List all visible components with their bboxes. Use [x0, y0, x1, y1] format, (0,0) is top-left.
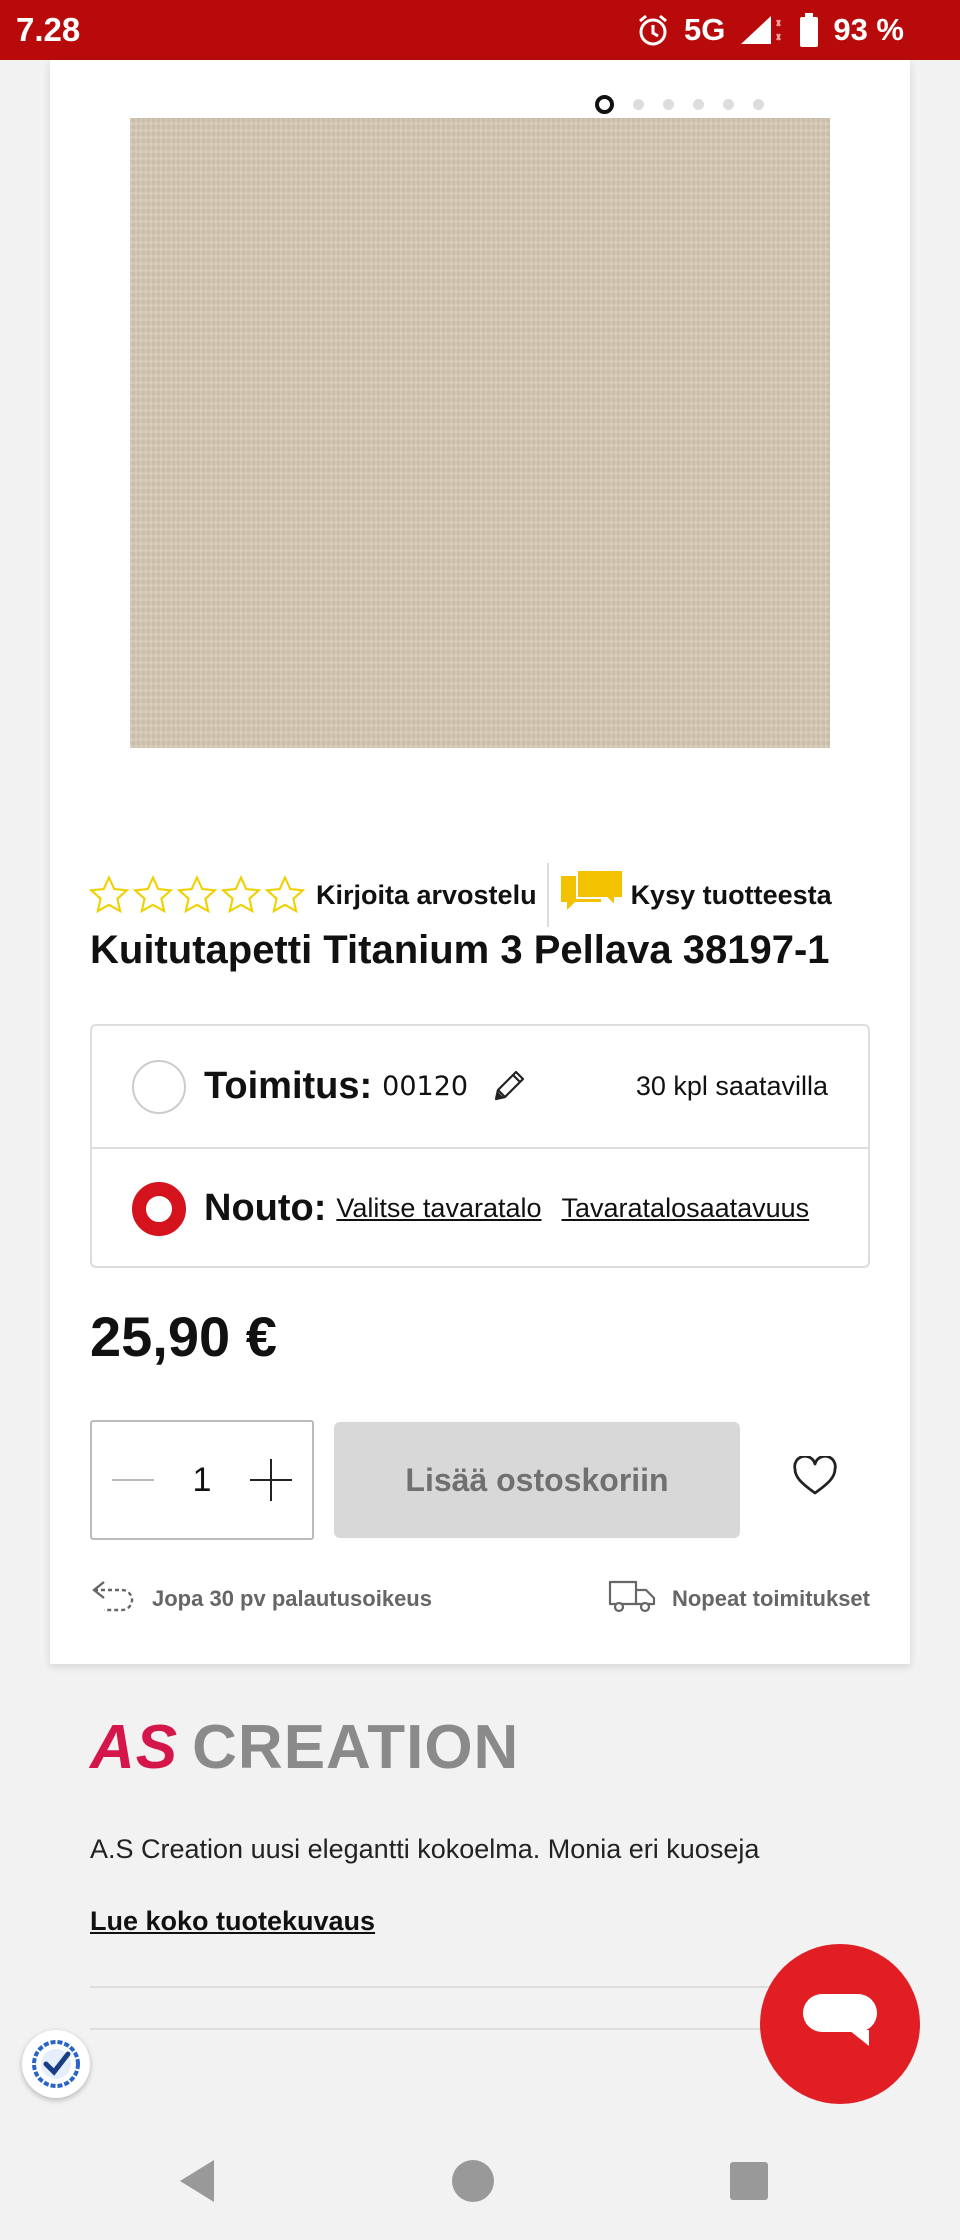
gallery-dot[interactable] [633, 99, 644, 110]
delivery-label: Toimitus: [204, 1065, 373, 1107]
recent-apps-icon[interactable] [730, 2162, 768, 2200]
chat-button[interactable] [760, 1944, 920, 2104]
status-time: 7.28 [16, 11, 81, 48]
pickup-label: Nouto: [204, 1187, 327, 1229]
product-title: Kuitutapetti Titanium 3 Pellava 38197-1 [90, 928, 830, 972]
gallery-dot[interactable] [723, 99, 734, 110]
battery-icon [799, 13, 819, 47]
back-icon[interactable] [176, 2158, 218, 2209]
pickup-option[interactable]: Nouto: Valitse tavaratalo Tavaratalosaat… [92, 1147, 868, 1268]
delivery-options: Toimitus: 00120 30 kpl saatavilla Nouto:… [90, 1024, 870, 1268]
heart-icon[interactable] [792, 1454, 838, 1501]
brand-description: A.S Creation uusi elegantti kokoelma. Mo… [90, 1834, 760, 1864]
product-card: Kirjoita arvostelu Kysy tuotteesta Kuitu… [50, 60, 910, 1664]
product-price: 25,90 € [90, 1305, 277, 1368]
quantity-value[interactable]: 1 [193, 1461, 212, 1500]
add-to-cart-button[interactable]: Lisää ostoskoriin [334, 1422, 740, 1538]
pickup-radio[interactable] [132, 1181, 186, 1236]
brand-logo: AS CREATION [90, 1713, 520, 1782]
star-icon [264, 874, 306, 914]
battery-percent: 93 % [833, 12, 904, 47]
return-arrow-icon [90, 1578, 136, 1620]
chat-bubbles-icon[interactable] [559, 866, 625, 925]
divider [90, 1986, 870, 1988]
status-icons: 5G 93 % [636, 12, 904, 48]
gallery-dot[interactable] [753, 99, 764, 110]
quantity-stepper: 1 [90, 1420, 314, 1540]
check-badge-icon[interactable] [22, 2030, 90, 2098]
delivery-option[interactable]: Toimitus: 00120 30 kpl saatavilla [92, 1026, 868, 1147]
fast-delivery: Nopeat toimitukset [608, 1578, 870, 1620]
truck-icon [608, 1578, 656, 1620]
gallery-dot[interactable] [663, 99, 674, 110]
fast-delivery-text: Nopeat toimitukset [671, 1586, 870, 1611]
status-bar: 7.28 5G 93 % [0, 0, 960, 60]
product-image[interactable] [130, 118, 830, 748]
network-type: 5G [683, 12, 726, 47]
navigation-bar [0, 2120, 960, 2240]
alarm-icon [636, 13, 670, 47]
review-row: Kirjoita arvostelu Kysy tuotteesta [88, 862, 832, 928]
star-icon [132, 874, 174, 914]
home-icon[interactable] [452, 2160, 494, 2202]
gallery-dot-active[interactable] [595, 95, 614, 114]
ask-about-product-link[interactable]: Kysy tuotteesta [631, 880, 832, 911]
gallery-dot[interactable] [693, 99, 704, 110]
write-review-link[interactable]: Kirjoita arvostelu [316, 880, 537, 911]
choose-store-link[interactable]: Valitse tavaratalo [336, 1193, 541, 1224]
star-icon [176, 874, 218, 914]
pencil-icon[interactable] [488, 1067, 528, 1107]
divider [90, 2028, 870, 2030]
return-policy-text: Jopa 30 pv palautusoikeus [152, 1586, 432, 1611]
return-policy: Jopa 30 pv palautusoikeus [90, 1578, 432, 1620]
delivery-radio[interactable] [132, 1059, 186, 1114]
signal-icon [739, 14, 785, 46]
divider [546, 863, 549, 927]
read-full-description-link[interactable]: Lue koko tuotekuvaus [90, 1906, 375, 1937]
star-icon [88, 874, 130, 914]
star-icon [220, 874, 262, 914]
store-availability-link[interactable]: Tavaratalosaatavuus [562, 1193, 810, 1224]
quantity-decrease-button[interactable] [112, 1459, 154, 1501]
stock-availability: 30 kpl saatavilla [635, 1071, 828, 1101]
postal-code: 00120 [382, 1071, 469, 1102]
rating-stars[interactable] [88, 874, 306, 916]
gallery-dots[interactable] [595, 95, 764, 114]
quantity-increase-button[interactable] [249, 1459, 292, 1501]
chat-icon [801, 1990, 879, 2059]
